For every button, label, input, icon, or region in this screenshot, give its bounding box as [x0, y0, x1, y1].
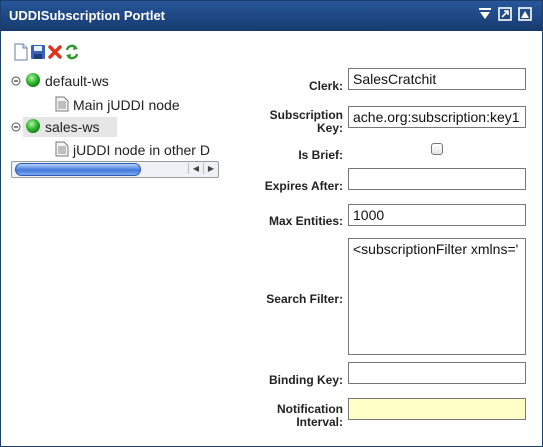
green-ball-icon: [25, 72, 41, 88]
scroll-right-icon[interactable]: ▶: [203, 163, 218, 174]
refresh-icon[interactable]: [64, 43, 80, 61]
search-filter-label: Search Filter:: [266, 292, 343, 306]
document-icon: [55, 96, 69, 112]
is-brief-label: Is Brief:: [298, 148, 343, 162]
clerk-field[interactable]: SalesCratchit: [348, 68, 526, 90]
tree-node-main-juddi[interactable]: Main jUDDI node: [11, 95, 211, 115]
label-line: Subscription: [269, 108, 343, 122]
window-title: UDDISubscription Portlet: [9, 8, 166, 23]
tree-node-sales-ws[interactable]: sales-ws: [11, 117, 211, 137]
label-line: Interval:: [296, 415, 343, 429]
tree-node-label: Main jUDDI node: [73, 97, 180, 113]
notification-interval-label: Notification Interval:: [277, 403, 343, 429]
tree-panel: default-ws Main jUDDI node sales-ws jUDD…: [11, 43, 221, 183]
collapse-icon[interactable]: [11, 122, 21, 132]
tree-node-label: jUDDI node in other D: [73, 142, 210, 158]
collapse-icon[interactable]: [11, 76, 21, 86]
green-ball-icon: [25, 118, 41, 134]
notification-interval-field[interactable]: [348, 398, 526, 420]
is-brief-checkbox[interactable]: [431, 143, 443, 155]
expires-after-field[interactable]: [348, 168, 526, 190]
search-filter-textarea[interactable]: <subscriptionFilter xmlns=': [348, 238, 526, 355]
scrollbar-thumb[interactable]: [15, 163, 141, 176]
tree-node-label: default-ws: [45, 73, 109, 89]
binding-key-label: Binding Key:: [269, 373, 343, 387]
max-entities-label: Max Entities:: [268, 214, 343, 228]
scroll-left-icon[interactable]: ◀: [188, 163, 203, 174]
tree-node-label: sales-ws: [45, 119, 100, 135]
clerk-label: Clerk:: [308, 79, 343, 93]
label-line: Key:: [316, 121, 343, 135]
tree-node-default-ws[interactable]: default-ws: [11, 71, 211, 91]
title-bar: UDDISubscription Portlet: [1, 1, 542, 31]
subscription-key-field[interactable]: ache.org:subscription:key1: [348, 106, 526, 128]
document-icon: [55, 141, 69, 157]
max-entities-field[interactable]: 1000: [348, 204, 526, 226]
horizontal-scrollbar[interactable]: ◀ ▶: [11, 161, 219, 178]
delete-icon[interactable]: [47, 43, 63, 61]
save-icon[interactable]: [30, 43, 46, 61]
label-line: Notification: [277, 402, 343, 416]
maximize-icon[interactable]: [498, 7, 512, 21]
expires-after-label: Expires After:: [264, 179, 343, 193]
restore-icon[interactable]: [518, 7, 532, 21]
subscription-key-label: Subscription Key:: [270, 109, 343, 135]
tree-node-juddi-other[interactable]: jUDDI node in other D: [11, 140, 217, 160]
binding-key-field[interactable]: [348, 362, 526, 384]
portlet-window: UDDISubscription Portlet default-ws Main…: [0, 0, 543, 447]
new-document-icon[interactable]: [13, 43, 29, 61]
menu-icon[interactable]: [478, 7, 492, 21]
